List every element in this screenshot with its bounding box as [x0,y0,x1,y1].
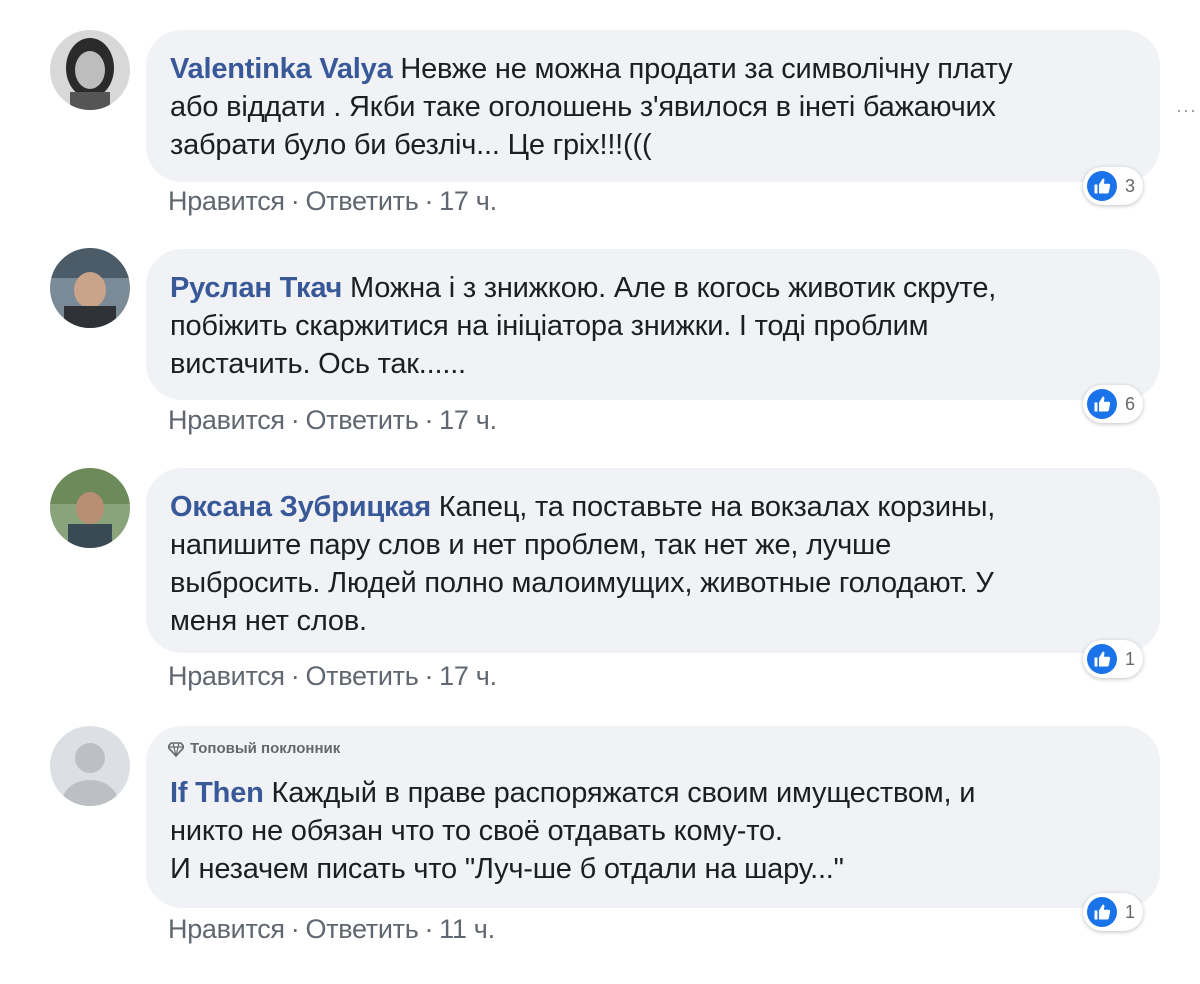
user-photo-icon [50,30,130,110]
like-icon [1087,389,1117,419]
reaction-count-value: 1 [1125,901,1136,922]
comment-text-line: выбросить. Людей полно малоимущих, живот… [170,567,994,599]
user-photo-icon [50,248,130,328]
comment-text-line: If Then Каждый в праве распоряжатся свои… [170,777,976,809]
reaction-count[interactable]: 1 [1083,640,1144,678]
comment-bubble: Руслан Ткач Можна і з знижкою. Але в ког… [146,249,1160,400]
like-icon [1087,897,1117,927]
author-name[interactable]: Оксана Зубрицкая [170,491,431,523]
like-button[interactable]: Нравится [168,186,285,216]
author-name[interactable]: Valentinka Valya [170,53,393,85]
top-fan-badge: Топовый поклонник [168,740,340,758]
like-button[interactable]: Нравится [168,405,285,435]
reply-button[interactable]: Ответить [305,405,418,435]
author-name[interactable]: If Then [170,777,264,809]
comment-actions: Нравится · Ответить · 11 ч. [168,914,495,944]
like-button[interactable]: Нравится [168,661,285,691]
comment-text-line: Valentinka Valya Невже не можна продати … [170,53,1013,85]
comment-actions: Нравится · Ответить · 17 ч. [168,661,497,691]
reply-button[interactable]: Ответить [305,661,418,691]
timestamp[interactable]: 11 ч. [439,914,495,944]
badge-label: Топовый поклонник [190,740,341,757]
comment-actions: Нравится · Ответить · 17 ч. [168,405,497,435]
reply-button[interactable]: Ответить [305,186,418,216]
avatar[interactable] [50,726,130,806]
comment-text-line: напишите пару слов и нет проблем, так не… [170,529,892,561]
reaction-count-value: 6 [1125,393,1136,414]
comment-text-line: И незачем писать что "Луч-ше б отдали на… [170,853,844,885]
reaction-count[interactable]: 6 [1083,385,1144,423]
comment-text-line: никто не обязан что то своё отдавать ком… [170,815,783,847]
comment-bubble: Оксана Зубрицкая Капец, та поставьте на … [146,468,1160,653]
more-options-icon[interactable]: ··· [1176,100,1197,121]
like-icon [1087,644,1117,674]
comment-bubble: Valentinka Valya Невже не можна продати … [146,30,1160,182]
comment-actions: Нравится · Ответить · 17 ч. [168,186,497,216]
reaction-count[interactable]: 3 [1083,167,1144,205]
user-photo-icon [50,468,130,548]
comment-text-line: забрати було би безліч... Це гріх!!!((( [170,129,652,161]
comment-text-line: вистачить. Ось так...... [170,348,466,380]
avatar[interactable] [50,468,130,548]
default-avatar-icon [50,726,130,806]
timestamp[interactable]: 17 ч. [439,661,497,691]
author-name[interactable]: Руслан Ткач [170,272,342,304]
comment-text-line: або віддати . Якби таке оголошень з'явил… [170,91,996,123]
reply-button[interactable]: Ответить [305,914,418,944]
comment-text-line: Оксана Зубрицкая Капец, та поставьте на … [170,491,996,523]
like-icon [1087,171,1117,201]
timestamp[interactable]: 17 ч. [439,405,497,435]
timestamp[interactable]: 17 ч. [439,186,497,216]
reaction-count-value: 3 [1125,175,1136,196]
comment-text-line: меня нет слов. [170,605,367,637]
like-button[interactable]: Нравится [168,914,285,944]
comment-text-line: побіжить скаржитися на ініціатора знижки… [170,310,929,342]
reaction-count-value: 1 [1125,648,1136,669]
reaction-count[interactable]: 1 [1083,893,1144,931]
avatar[interactable] [50,30,130,110]
avatar[interactable] [50,248,130,328]
diamond-icon [168,742,184,757]
comment-text-line: Руслан Ткач Можна і з знижкою. Але в ког… [170,272,997,304]
